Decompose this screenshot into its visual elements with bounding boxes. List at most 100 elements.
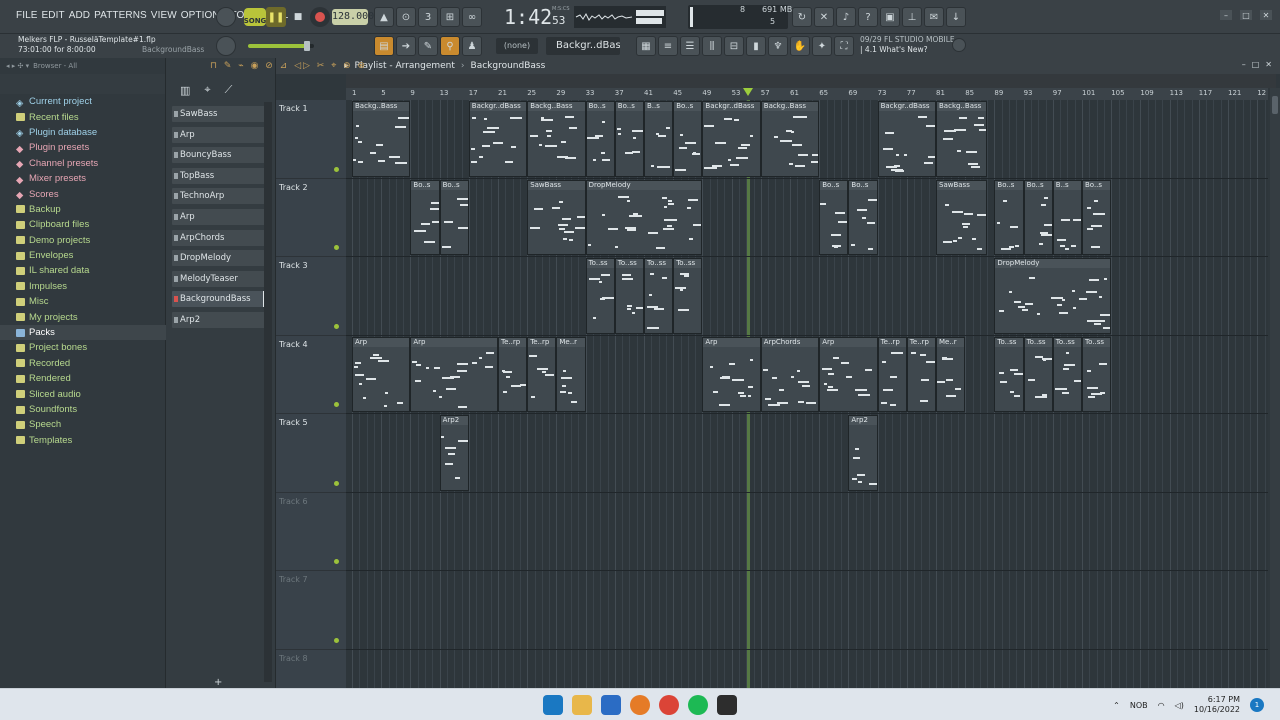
pattern-item-backgroundbass[interactable]: BackgroundBass — [172, 291, 266, 308]
playlist-clip[interactable]: Te..rp — [906, 336, 936, 412]
download-icon[interactable]: ↓ — [946, 7, 966, 27]
playlist-clip[interactable]: Arp2 — [848, 415, 878, 491]
close-icon[interactable]: ✕ — [1260, 10, 1272, 20]
playlist-clip[interactable]: Backg..Bass — [352, 101, 411, 177]
pattern-item-bouncybass[interactable]: BouncyBass — [172, 147, 266, 164]
play-button[interactable]: ❚❚ — [266, 7, 286, 27]
playhead-marker[interactable] — [743, 88, 754, 96]
browser-item-packs[interactable]: Packs — [0, 324, 166, 341]
browser-item-my-projects[interactable]: My projects — [0, 309, 166, 324]
tray-chevron-icon[interactable]: ⌃ — [1113, 701, 1120, 710]
menu-item-patterns[interactable]: PATTERNS — [94, 10, 147, 21]
playlist-window-icon[interactable]: ▦ — [636, 36, 656, 56]
save-icon[interactable]: ▣ — [880, 7, 900, 27]
browser-item-recent-files[interactable]: Recent files — [0, 109, 166, 124]
playlist-clip[interactable]: Arp — [702, 336, 761, 412]
playlist-overview-scrollbar[interactable] — [346, 74, 1276, 88]
chat-icon[interactable]: ✉ — [924, 7, 944, 27]
volume-icon[interactable]: ◁) — [1175, 701, 1184, 710]
snap-select[interactable]: (none) — [496, 38, 538, 54]
playlist-clip[interactable]: Backg..Bass — [936, 101, 988, 177]
playlist-clip[interactable]: To..ss — [585, 258, 615, 334]
shop-icon[interactable]: ⛶ — [834, 36, 854, 56]
master-pitch-knob[interactable] — [216, 36, 236, 56]
playlist-clip[interactable]: Bo..s — [410, 179, 440, 255]
record-button[interactable] — [310, 7, 330, 27]
track-header[interactable]: Track 5 — [276, 414, 346, 493]
playlist-clip[interactable]: B..s — [644, 101, 674, 177]
undo-history-icon[interactable]: ↻ — [792, 7, 812, 27]
track-header[interactable]: Track 7 — [276, 571, 346, 650]
browser-item-clipboard-files[interactable]: Clipboard files — [0, 217, 166, 232]
pattern-song-knob[interactable] — [216, 7, 236, 27]
playlist-clip[interactable]: Bo..s — [585, 101, 615, 177]
track-header[interactable]: Track 3 — [276, 257, 346, 336]
playlist-minimize-icon[interactable]: – — [1242, 60, 1246, 69]
pattern-item-arp2[interactable]: Arp2 — [172, 312, 266, 328]
playlist-vertical-scrollbar[interactable] — [1270, 88, 1280, 688]
arrow-icon[interactable]: ➔ — [396, 36, 416, 56]
pattern-view-icon[interactable]: ▥ — [180, 84, 190, 97]
spotify-icon[interactable] — [688, 695, 708, 715]
playlist-clip[interactable]: To..ss — [994, 336, 1024, 412]
step-edit-icon[interactable]: ⊞ — [440, 7, 460, 27]
track-header[interactable]: Track 1 — [276, 100, 346, 179]
browser-item-soundfonts[interactable]: Soundfonts — [0, 402, 166, 417]
browser-arrows-icon[interactable]: ◂ ▸ ✣ ▾ — [6, 62, 29, 70]
browser-item-project-bones[interactable]: Project bones — [0, 340, 166, 355]
menu-item-view[interactable]: VIEW — [151, 10, 177, 21]
playlist-clip[interactable]: Me..r — [936, 336, 966, 412]
playlist-clip[interactable]: SawBass — [936, 179, 988, 255]
browser-item-templates[interactable]: Templates — [0, 433, 166, 448]
song-mode-toggle[interactable]: SONG — [244, 8, 266, 26]
track-mute-indicator[interactable] — [334, 402, 339, 407]
playlist-clip[interactable]: To..ss — [644, 258, 674, 334]
plugin-picker-icon[interactable]: ▮ — [746, 36, 766, 56]
browser-item-channel-presets[interactable]: ◆ Channel presets — [0, 156, 166, 171]
browser-item-speech[interactable]: Speech — [0, 417, 166, 432]
browser-item-plugin-database[interactable]: ◈ Plugin database — [0, 125, 166, 140]
nvidia-icon[interactable] — [717, 695, 737, 715]
mixer-icon[interactable]: ⊥ — [902, 7, 922, 27]
store-icon[interactable] — [601, 695, 621, 715]
master-volume-slider[interactable] — [248, 41, 314, 51]
start-icon[interactable] — [543, 695, 563, 715]
mixer-window-icon[interactable]: ⫼ — [702, 36, 722, 56]
pattern-item-topbass[interactable]: TopBass — [172, 167, 266, 184]
minimize-icon[interactable]: – — [1220, 10, 1232, 20]
playlist-clip[interactable]: B..s — [1052, 179, 1082, 255]
pattern-item-arp[interactable]: Arp — [172, 126, 266, 143]
playlist-clip[interactable]: Bo..s — [439, 179, 469, 255]
playlist-clip[interactable]: Bo..s — [994, 179, 1024, 255]
arrangement-grid[interactable]: Backg..Bass Backgr..dBass Backg..Bass Bo..s… — [346, 100, 1268, 688]
browser-window-icon[interactable]: ⊟ — [724, 36, 744, 56]
browser-item-plugin-presets[interactable]: ◆ Plugin presets — [0, 140, 166, 155]
piano-roll-icon[interactable]: ≡ — [658, 36, 678, 56]
wifi-icon[interactable]: ◠ — [1158, 701, 1165, 710]
performance-icon[interactable]: ✦ — [812, 36, 832, 56]
browser-item-scores[interactable]: ◆ Scores — [0, 186, 166, 202]
browser-item-sliced-audio[interactable]: Sliced audio — [0, 386, 166, 401]
menu-item-file[interactable]: FILE — [16, 10, 38, 21]
track-mute-indicator[interactable] — [334, 480, 339, 486]
playlist-clip[interactable]: Arp — [819, 336, 878, 412]
playlist-icon[interactable]: ▤ — [374, 36, 394, 56]
track-header[interactable]: Track 6 — [276, 493, 346, 571]
playlist-clip[interactable]: Bo..s — [1023, 179, 1053, 255]
picker-scrollbar[interactable] — [264, 102, 272, 682]
playlist-clip[interactable]: Te..rp — [498, 336, 528, 412]
file-explorer-icon[interactable] — [572, 695, 592, 715]
panic-icon[interactable]: ✕ — [814, 7, 834, 27]
playlist-clip[interactable]: Te..rp — [877, 336, 907, 412]
countdown-icon[interactable]: 3 — [418, 7, 438, 27]
playlist-clip[interactable]: Bo..s — [819, 179, 849, 255]
playlist-clip[interactable]: To..ss — [1023, 336, 1053, 412]
fl-studio-taskbar-icon[interactable] — [630, 695, 650, 715]
maximize-icon[interactable]: □ — [1240, 10, 1252, 20]
clock[interactable]: 6:17 PM 10/16/2022 — [1194, 695, 1240, 715]
menu-item-edit[interactable]: EDIT — [42, 10, 65, 21]
playlist-clip[interactable]: Me..r — [556, 336, 586, 412]
touch-keyboard-icon[interactable]: ✋ — [790, 36, 810, 56]
playlist-clip[interactable]: Bo..s — [1082, 179, 1112, 255]
playlist-maximize-icon[interactable]: □ — [1252, 60, 1260, 69]
